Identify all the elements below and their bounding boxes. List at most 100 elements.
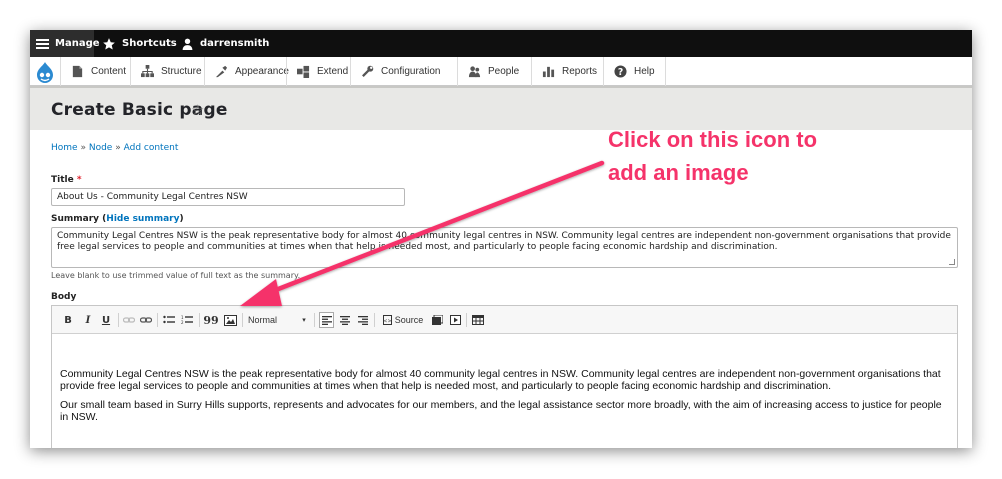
breadcrumb-add-content[interactable]: Add content — [124, 143, 179, 153]
blockquote-button[interactable]: 99 — [203, 312, 219, 328]
breadcrumb-home[interactable]: Home — [51, 143, 78, 153]
manage-label: Manage — [55, 38, 100, 49]
source-icon: <> — [382, 315, 392, 325]
user-label: darrensmith — [200, 38, 270, 49]
table-icon — [472, 315, 484, 325]
bulleted-list-icon — [163, 315, 175, 324]
body-paragraph: Our small team based in Surry Hills supp… — [60, 399, 942, 423]
editor-content[interactable]: Community Legal Centres NSW is the peak … — [52, 335, 957, 430]
menu-item-content[interactable]: Content — [60, 57, 136, 86]
format-value: Normal — [248, 315, 278, 325]
menu-item-label: Configuration — [381, 66, 441, 77]
table-button[interactable] — [471, 312, 485, 328]
structure-icon — [141, 65, 154, 78]
play-icon — [449, 315, 461, 325]
menu-item-reports[interactable]: Reports — [531, 57, 607, 86]
annotation-callout: Click on this icon to add an image — [608, 123, 817, 189]
hamburger-icon — [36, 37, 49, 51]
underline-button[interactable]: U — [99, 312, 113, 328]
annotation-line-2: add an image — [608, 160, 749, 185]
help-icon: ? — [614, 65, 627, 78]
svg-text:2: 2 — [181, 320, 184, 325]
summary-text: Community Legal Centres NSW is the peak … — [57, 231, 951, 252]
title-label-text: Title — [51, 175, 74, 185]
image-button[interactable] — [222, 312, 238, 328]
unlink-button[interactable] — [139, 312, 153, 328]
menu-item-help[interactable]: ? Help — [603, 57, 666, 86]
align-center-icon — [340, 315, 350, 325]
drupal-drop-icon — [37, 61, 53, 83]
menu-item-structure[interactable]: Structure — [130, 57, 212, 86]
breadcrumb-separator: » — [115, 143, 121, 153]
menu-item-appearance[interactable]: Appearance — [204, 57, 299, 86]
video-button[interactable] — [448, 312, 462, 328]
title-input[interactable]: About Us - Community Legal Centres NSW — [51, 188, 405, 206]
menu-item-label: Extend — [317, 66, 349, 77]
menu-item-label: Content — [91, 66, 127, 77]
body-editor: B I U 12 99 Normal ▾ <> Source Community… — [51, 305, 958, 448]
configuration-icon — [362, 65, 374, 77]
user-tab[interactable]: darrensmith — [175, 30, 275, 57]
media-icon — [431, 315, 443, 325]
shortcuts-tab[interactable]: Shortcuts — [96, 30, 183, 57]
appearance-icon — [215, 65, 228, 78]
summary-label: Summary (Hide summary) — [51, 214, 184, 224]
image-icon — [223, 314, 237, 326]
extend-icon — [297, 65, 310, 78]
numbered-list-button[interactable]: 12 — [180, 312, 194, 328]
breadcrumb-node[interactable]: Node — [89, 143, 113, 153]
breadcrumb: Home » Node » Add content — [51, 143, 178, 153]
svg-text:?: ? — [618, 67, 623, 78]
summary-textarea[interactable]: Community Legal Centres NSW is the peak … — [51, 227, 958, 268]
menu-item-extend[interactable]: Extend — [286, 57, 358, 86]
link-button[interactable] — [122, 312, 136, 328]
source-button[interactable]: <> Source — [379, 312, 427, 328]
browser-frame: Manage Shortcuts darrensmith Content Str… — [30, 30, 972, 448]
menu-item-label: Help — [634, 66, 655, 77]
people-icon — [468, 66, 481, 78]
numbered-list-icon: 12 — [181, 315, 193, 325]
summary-label-text: Summary — [51, 214, 100, 224]
required-marker: * — [76, 175, 82, 185]
drupal-logo[interactable] — [30, 57, 60, 86]
chevron-down-icon: ▾ — [302, 316, 306, 324]
italic-button[interactable]: I — [81, 312, 95, 328]
shortcuts-label: Shortcuts — [122, 38, 177, 49]
page-header: Create Basic page ☆ — [30, 86, 972, 130]
admin-toolbar: Manage Shortcuts darrensmith — [30, 30, 972, 57]
align-right-button[interactable] — [356, 312, 370, 328]
menu-item-label: Structure — [161, 66, 202, 77]
svg-text:<>: <> — [383, 319, 391, 325]
menu-item-people[interactable]: People — [457, 57, 529, 86]
media-button[interactable] — [430, 312, 444, 328]
summary-help-text: Leave blank to use trimmed value of full… — [51, 271, 301, 280]
content-icon — [72, 65, 83, 78]
resize-handle[interactable] — [949, 259, 955, 265]
unlink-icon — [140, 317, 152, 323]
align-right-icon — [358, 315, 368, 325]
menu-item-label: Appearance — [235, 66, 289, 77]
add-shortcut-star-icon[interactable]: ☆ — [191, 101, 204, 119]
menu-item-label: Reports — [562, 66, 598, 77]
bulleted-list-button[interactable] — [162, 312, 176, 328]
annotation-line-1: Click on this icon to — [608, 127, 818, 152]
reports-icon — [542, 66, 555, 78]
align-center-button[interactable] — [338, 312, 352, 328]
editor-toolbar: B I U 12 99 Normal ▾ <> Source — [52, 306, 957, 334]
star-icon — [103, 37, 115, 50]
hide-summary-link[interactable]: Hide summary — [106, 214, 179, 224]
bold-button[interactable]: B — [61, 312, 75, 328]
menu-item-label: People — [488, 66, 520, 77]
admin-menu: Content Structure Appearance Extend Conf… — [30, 57, 972, 86]
user-icon — [182, 38, 193, 50]
body-paragraph: Community Legal Centres NSW is the peak … — [60, 368, 941, 392]
manage-tab[interactable]: Manage — [30, 30, 100, 57]
breadcrumb-separator: » — [80, 143, 86, 153]
align-left-icon — [321, 315, 332, 325]
align-left-button[interactable] — [319, 312, 334, 328]
source-label: Source — [394, 315, 424, 325]
link-icon — [123, 317, 135, 323]
menu-item-configuration[interactable]: Configuration — [350, 57, 450, 86]
body-label: Body — [51, 292, 77, 302]
title-label: Title * — [51, 175, 82, 185]
